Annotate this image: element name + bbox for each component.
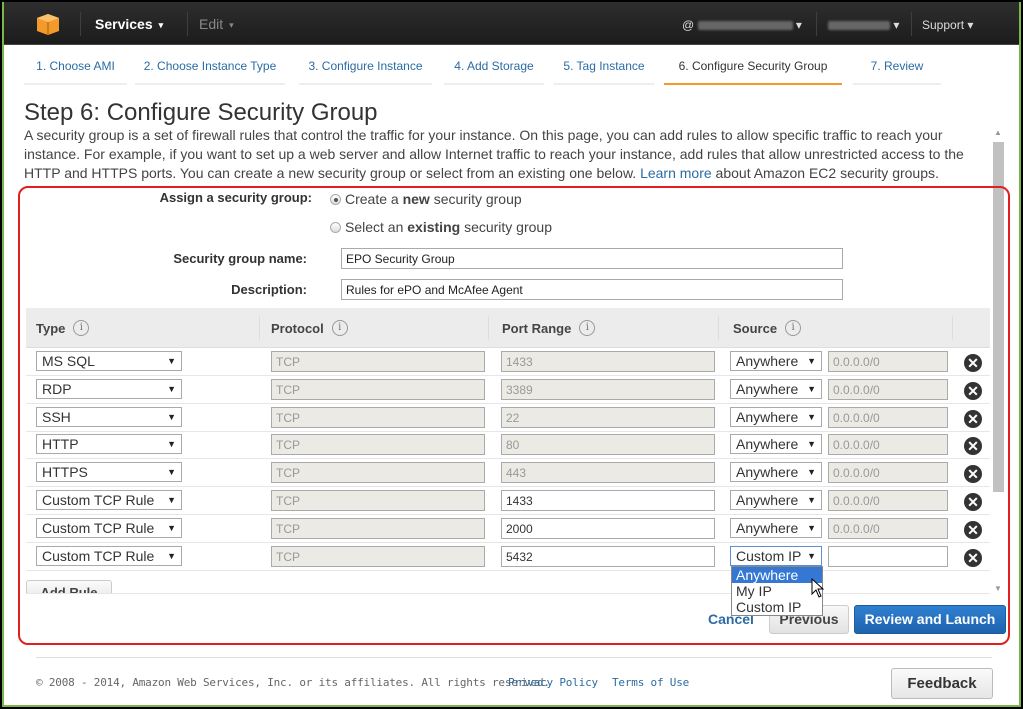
chevron-down-icon: ▾ <box>795 18 802 32</box>
edit-label: Edit <box>199 16 224 32</box>
step-add-storage[interactable]: 4. Add Storage <box>444 59 544 85</box>
account-prefix: @ <box>682 18 695 32</box>
top-navigation-bar: Services ▾ Edit ▾ @ ▾ ▾ Support ▾ <box>4 2 1019 45</box>
nav-divider <box>187 12 188 36</box>
region-redacted <box>828 21 890 31</box>
feedback-button[interactable]: Feedback <box>891 668 993 699</box>
support-menu[interactable]: Support ▾ <box>922 18 973 32</box>
mouse-cursor-icon <box>811 578 825 598</box>
step-tag-instance[interactable]: 5. Tag Instance <box>554 59 654 85</box>
intro-suffix: about Amazon EC2 security groups. <box>715 165 939 181</box>
browser-window: Services ▾ Edit ▾ @ ▾ ▾ Support ▾ 1. Choos… <box>2 2 1021 707</box>
step-choose-instance-type[interactable]: 2. Choose Instance Type <box>135 59 285 85</box>
highlight-annotation-box <box>18 186 1010 645</box>
step-choose-ami[interactable]: 1. Choose AMI <box>24 59 127 85</box>
source-dropdown-menu: Anywhere My IP Custom IP <box>731 566 823 616</box>
dropdown-option-my-ip[interactable]: My IP <box>732 583 822 599</box>
services-menu[interactable]: Services ▾ <box>95 16 163 32</box>
account-menu[interactable]: @ ▾ <box>682 18 802 32</box>
services-label: Services <box>95 16 153 32</box>
chevron-down-icon: ▾ <box>229 20 234 30</box>
region-menu[interactable]: ▾ <box>828 18 899 32</box>
chevron-down-icon: ▾ <box>893 18 900 32</box>
chevron-down-icon: ▾ <box>158 20 164 30</box>
scroll-up-arrow-icon[interactable]: ▲ <box>990 126 1006 140</box>
learn-more-link[interactable]: Learn more <box>640 165 712 181</box>
copyright-text: © 2008 - 2014, Amazon Web Services, Inc.… <box>36 676 550 689</box>
step-configure-security-group[interactable]: 6. Configure Security Group <box>664 59 842 85</box>
step-configure-instance[interactable]: 3. Configure Instance <box>299 59 432 85</box>
dropdown-option-anywhere[interactable]: Anywhere <box>732 567 822 583</box>
dropdown-option-custom-ip[interactable]: Custom IP <box>732 599 822 615</box>
aws-cube-logo-icon[interactable] <box>37 14 59 35</box>
nav-divider <box>816 12 817 36</box>
nav-divider <box>911 12 912 36</box>
support-label: Support <box>922 18 965 32</box>
chevron-down-icon: ▾ <box>967 18 974 32</box>
page-title: Step 6: Configure Security Group <box>24 99 378 126</box>
footer-divider <box>36 657 992 658</box>
account-id-redacted <box>697 21 793 31</box>
terms-of-use-link[interactable]: Terms of Use <box>612 676 689 689</box>
intro-text: A security group is a set of firewall ru… <box>24 126 984 183</box>
edit-menu[interactable]: Edit ▾ <box>199 16 234 32</box>
step-review[interactable]: 7. Review <box>853 59 941 85</box>
nav-divider <box>80 12 81 36</box>
privacy-policy-link[interactable]: Privacy Policy <box>508 676 598 689</box>
